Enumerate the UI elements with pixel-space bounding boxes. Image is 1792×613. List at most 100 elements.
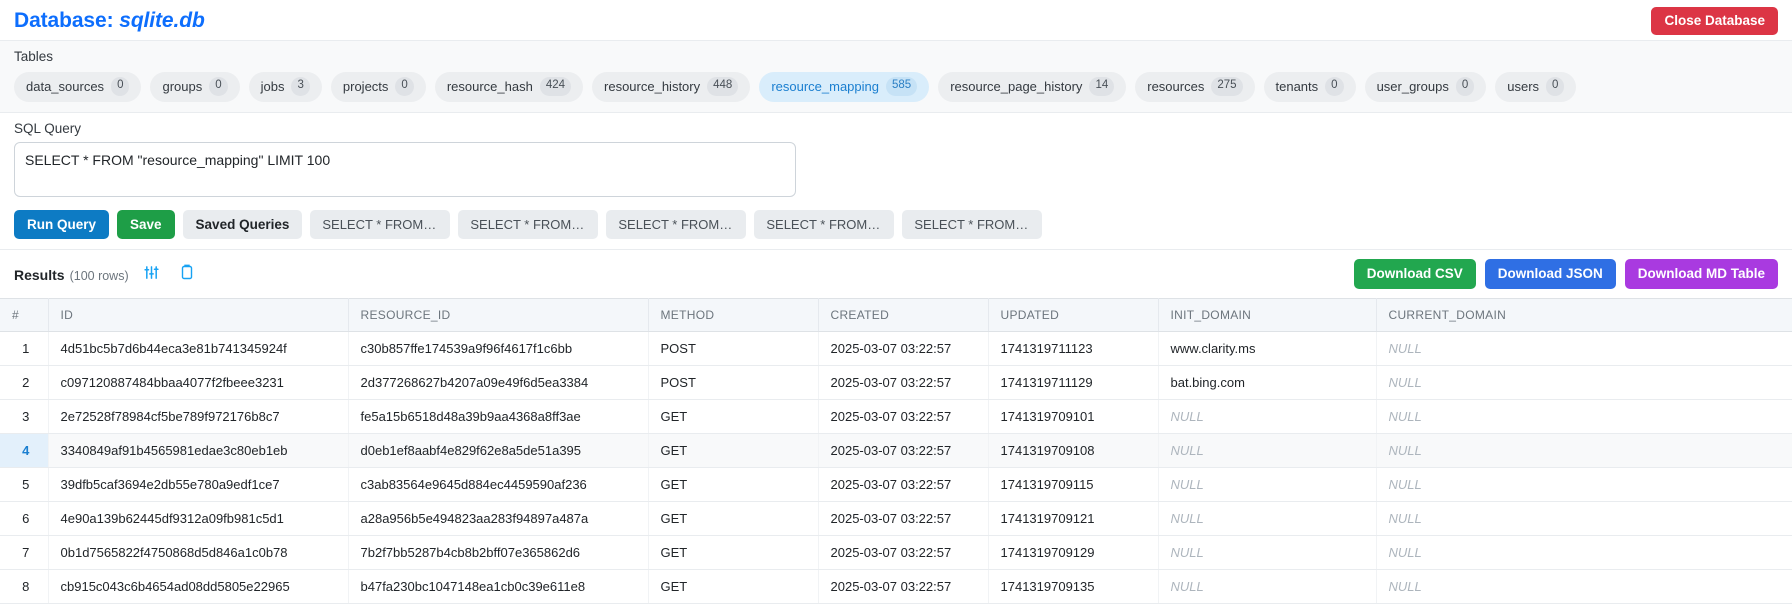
save-query-button[interactable]: Save — [117, 209, 175, 240]
column-header-current_domain[interactable]: CURRENT_DOMAIN — [1376, 297, 1792, 332]
close-database-button[interactable]: Close Database — [1651, 6, 1778, 36]
clipboard-icon[interactable] — [178, 264, 196, 280]
recent-query-chip[interactable]: SELECT * FROM "resou... — [606, 209, 747, 239]
table-row[interactable]: 3 2e72528f78984cf5be789f972176b8c7 fe5a15b… — [0, 399, 1792, 434]
table-chip-jobs[interactable]: jobs 3 — [248, 72, 322, 102]
recent-query-chip[interactable]: SELECT * FROM "resou... — [458, 209, 599, 239]
results-table-wrap: # ID RESOURCE_ID METHOD CREATED UPDATED INIT_D… — [0, 297, 1792, 604]
cell-current_domain: NULL — [1376, 501, 1792, 536]
cell-updated: 1741319709108 — [988, 433, 1159, 468]
recent-query-chip[interactable]: SELECT * FROM "data_... — [902, 209, 1043, 239]
table-chip-projects[interactable]: projects 0 — [330, 72, 426, 102]
table-row[interactable]: 4 3340849af91b4565981edae3c80eb1eb d0eb1ef… — [0, 433, 1792, 468]
table-chip-user_groups[interactable]: user_groups 0 — [1364, 72, 1487, 102]
table-chip-count: 0 — [111, 77, 130, 96]
recent-query-chip[interactable]: SELECT * FROM "netwo... — [754, 209, 895, 239]
cell-method: POST — [648, 331, 819, 366]
cell-init_domain: NULL — [1158, 467, 1377, 502]
table-chip-label: jobs — [260, 78, 285, 94]
table-row[interactable]: 1 4d51bc5b7d6b44eca3e81b741345924f c30b857… — [0, 331, 1792, 366]
table-chip-label: resources — [1147, 78, 1205, 94]
table-chip-resource_hash[interactable]: resource_hash 424 — [434, 72, 584, 102]
table-row[interactable]: 6 4e90a139b62445df9312a09fb981c5d1 a28a956… — [0, 501, 1792, 536]
table-row[interactable]: 8 cb915c043c6b4654ad08dd5805e22965 b47fa23… — [0, 569, 1792, 604]
null-value: NULL — [1170, 544, 1204, 560]
column-header-method[interactable]: METHOD — [648, 297, 819, 332]
tables-label: Tables — [14, 49, 54, 64]
table-chip-label: users — [1507, 78, 1540, 94]
sql-query-input[interactable] — [14, 141, 796, 197]
cell-num: 2 — [0, 365, 49, 400]
cell-current_domain: NULL — [1376, 535, 1792, 570]
cell-method: GET — [648, 535, 819, 570]
results-table-body: 1 4d51bc5b7d6b44eca3e81b741345924f c30b857… — [0, 331, 1792, 604]
database-name: sqlite.db — [119, 9, 205, 32]
results-info: Results (100 rows) — [14, 264, 196, 283]
cell-created: 2025-03-07 03:22:57 — [818, 399, 989, 434]
saved-queries-button[interactable]: Saved Queries — [182, 209, 303, 240]
table-row[interactable]: 2 c097120887484bbaa4077f2fbeee3231 2d37726… — [0, 365, 1792, 400]
table-chip-count: 0 — [1546, 77, 1565, 96]
table-chip-data_sources[interactable]: data_sources 0 — [14, 72, 142, 102]
table-chip-label: user_groups — [1376, 78, 1449, 94]
run-query-button[interactable]: Run Query — [14, 209, 110, 240]
cell-current_domain: NULL — [1376, 365, 1792, 400]
results-title: Results — [14, 267, 65, 284]
table-chip-resource_mapping[interactable]: resource_mapping 585 — [759, 72, 930, 102]
cell-id: 4e90a139b62445df9312a09fb981c5d1 — [48, 501, 349, 536]
cell-id: cb915c043c6b4654ad08dd5805e22965 — [48, 569, 349, 604]
sliders-icon[interactable] — [142, 265, 161, 280]
cell-method: GET — [648, 433, 819, 468]
table-chip-resource_page_history[interactable]: resource_page_history 14 — [938, 72, 1127, 102]
cell-num: 3 — [0, 399, 49, 434]
cell-resource_id: c3ab83564e9645d884ec4459590af236 — [348, 467, 649, 502]
cell-updated: 1741319709115 — [988, 467, 1159, 502]
results-toolbar: Results (100 rows) Download CSV Download… — [0, 249, 1792, 298]
download-csv-button[interactable]: Download CSV — [1353, 259, 1476, 289]
table-row[interactable]: 7 0b1d7565822f4750868d5d846a1c0b78 7b2f7bb… — [0, 535, 1792, 570]
sql-query-section: SQL Query — [0, 113, 1792, 202]
table-chip-resources[interactable]: resources 275 — [1135, 72, 1255, 102]
table-chip-count: 0 — [395, 77, 414, 96]
table-chip-resource_history[interactable]: resource_history 448 — [592, 72, 751, 102]
cell-method: GET — [648, 569, 819, 604]
results-table: # ID RESOURCE_ID METHOD CREATED UPDATED INIT_D… — [0, 297, 1792, 604]
table-chip-users[interactable]: users 0 — [1495, 72, 1577, 102]
table-row[interactable]: 5 39dfb5caf3694e2db55e780a9edf1ce7 c3ab835… — [0, 467, 1792, 502]
results-row-count: (100 rows) — [69, 269, 129, 284]
cell-created: 2025-03-07 03:22:57 — [818, 501, 989, 536]
cell-num: 6 — [0, 501, 49, 536]
cell-num: 1 — [0, 331, 49, 366]
column-header-init_domain[interactable]: INIT_DOMAIN — [1158, 297, 1377, 332]
cell-updated: 1741319711129 — [988, 365, 1159, 400]
column-header-created[interactable]: CREATED — [818, 297, 989, 332]
null-value: NULL — [1388, 340, 1422, 356]
cell-resource_id: a28a956b5e494823aa283f94897a487a — [348, 501, 649, 536]
table-chip-count: 585 — [886, 77, 918, 96]
column-header-updated[interactable]: UPDATED — [988, 297, 1159, 332]
null-value: NULL — [1388, 374, 1422, 390]
table-chip-tenants[interactable]: tenants 0 — [1263, 72, 1356, 102]
cell-resource_id: 2d377268627b4207a09e49f6d5ea3384 — [348, 365, 649, 400]
cell-created: 2025-03-07 03:22:57 — [818, 433, 989, 468]
table-chip-label: resource_hash — [446, 78, 533, 94]
cell-init_domain: bat.bing.com — [1158, 365, 1377, 400]
table-chip-groups[interactable]: groups 0 — [150, 72, 240, 102]
cell-current_domain: NULL — [1376, 569, 1792, 604]
column-header-id[interactable]: ID — [48, 297, 349, 332]
cell-updated: 1741319709101 — [988, 399, 1159, 434]
download-json-button[interactable]: Download JSON — [1484, 259, 1616, 289]
download-md-table-button[interactable]: Download MD Table — [1624, 259, 1778, 289]
recent-query-chip[interactable]: SELECT * FROM "resou... — [310, 209, 451, 239]
cell-id: 39dfb5caf3694e2db55e780a9edf1ce7 — [48, 467, 349, 502]
table-chip-label: resource_page_history — [950, 78, 1083, 94]
cell-num: 4 — [0, 433, 49, 468]
null-value: NULL — [1388, 544, 1422, 560]
page-title: Database: sqlite.db — [14, 9, 205, 33]
column-header-num[interactable]: # — [0, 297, 49, 332]
cell-id: c097120887484bbaa4077f2fbeee3231 — [48, 365, 349, 400]
cell-num: 7 — [0, 535, 49, 570]
null-value: NULL — [1388, 578, 1422, 594]
column-header-resource_id[interactable]: RESOURCE_ID — [348, 297, 649, 332]
sql-query-label: SQL Query — [14, 120, 82, 136]
